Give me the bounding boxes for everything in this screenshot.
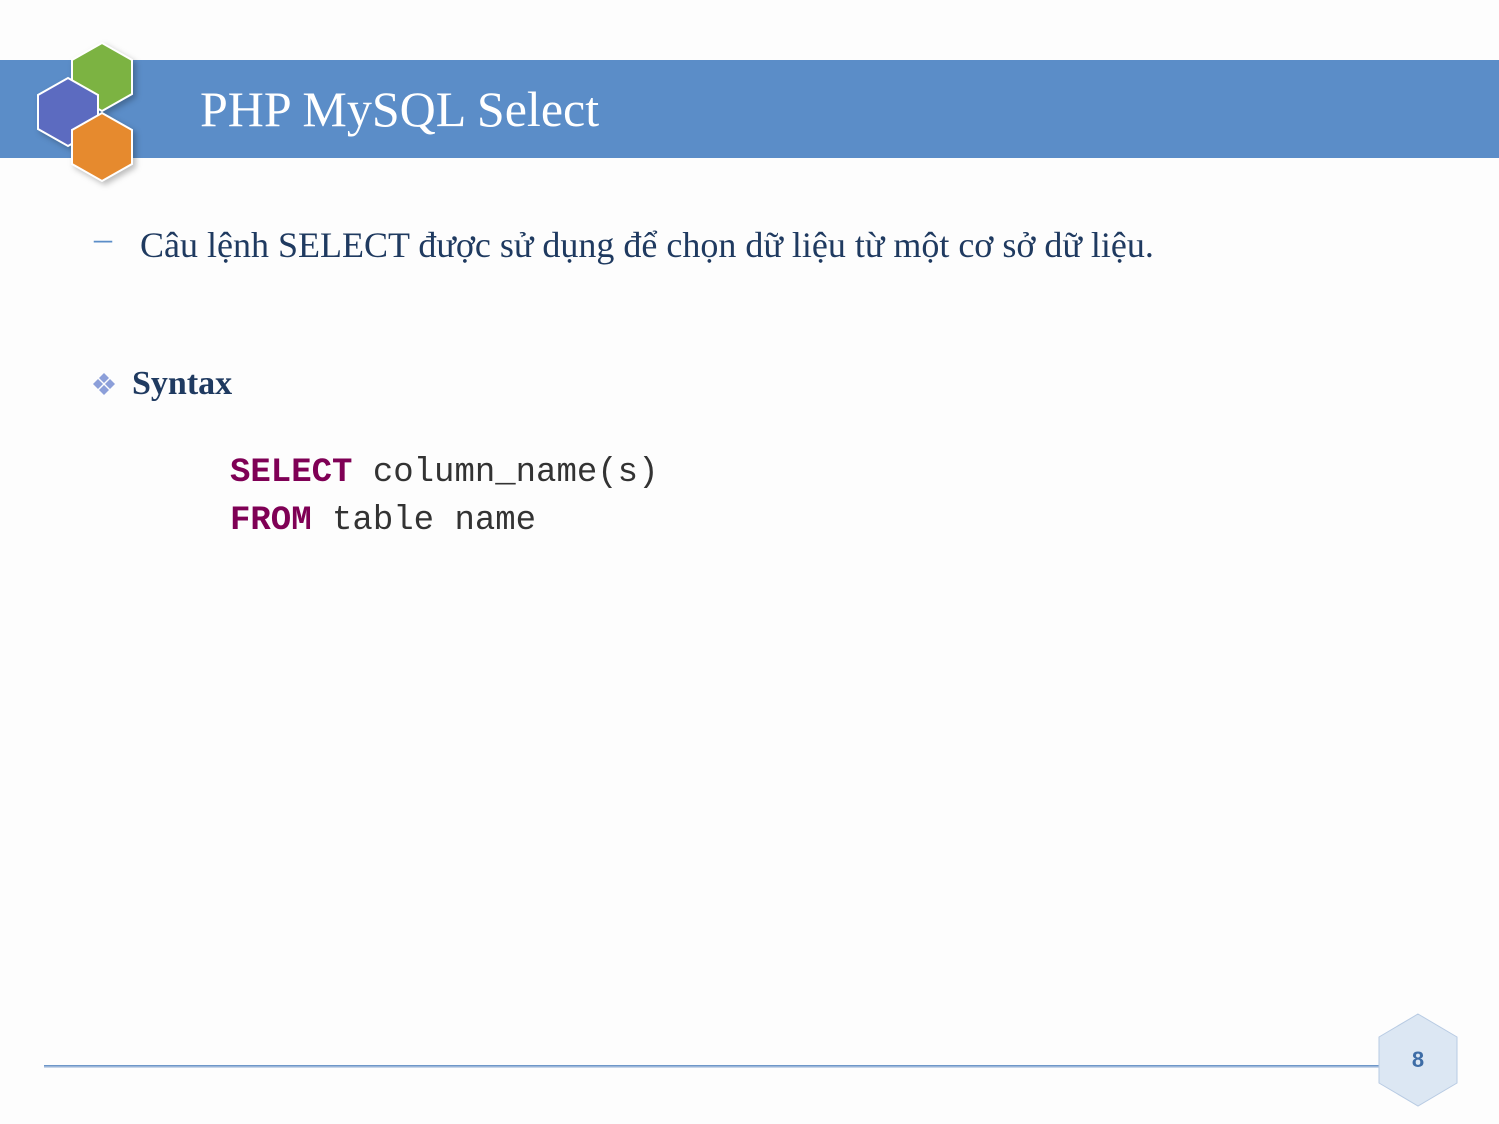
hexagon-logo-icon bbox=[20, 38, 180, 188]
header-bar: PHP MySQL Select bbox=[0, 60, 1499, 158]
code-text: column_name(s) bbox=[352, 454, 658, 492]
bullet-item: – Câu lệnh SELECT được sử dụng để chọn d… bbox=[90, 215, 1429, 275]
syntax-heading: Syntax bbox=[90, 365, 1429, 403]
page-number-badge: 8 bbox=[1373, 1010, 1463, 1110]
code-keyword-from: FROM bbox=[230, 502, 312, 540]
syntax-label: Syntax bbox=[132, 365, 232, 403]
content-area: – Câu lệnh SELECT được sử dụng để chọn d… bbox=[90, 215, 1429, 545]
slide: PHP MySQL Select – Câu lệnh SELECT được … bbox=[0, 0, 1499, 1124]
page-number: 8 bbox=[1412, 1047, 1424, 1073]
code-keyword-select: SELECT bbox=[230, 454, 352, 492]
code-text: table name bbox=[312, 502, 536, 540]
diamond-bullet-icon bbox=[90, 370, 118, 398]
bullet-text: Câu lệnh SELECT được sử dụng để chọn dữ … bbox=[140, 215, 1154, 275]
code-line-2: FROM table name bbox=[230, 497, 1429, 545]
dash-icon: – bbox=[90, 215, 112, 261]
page-title: PHP MySQL Select bbox=[200, 80, 599, 138]
footer-divider bbox=[44, 1065, 1455, 1068]
code-block: SELECT column_name(s) FROM table name bbox=[230, 449, 1429, 545]
code-line-1: SELECT column_name(s) bbox=[230, 449, 1429, 497]
